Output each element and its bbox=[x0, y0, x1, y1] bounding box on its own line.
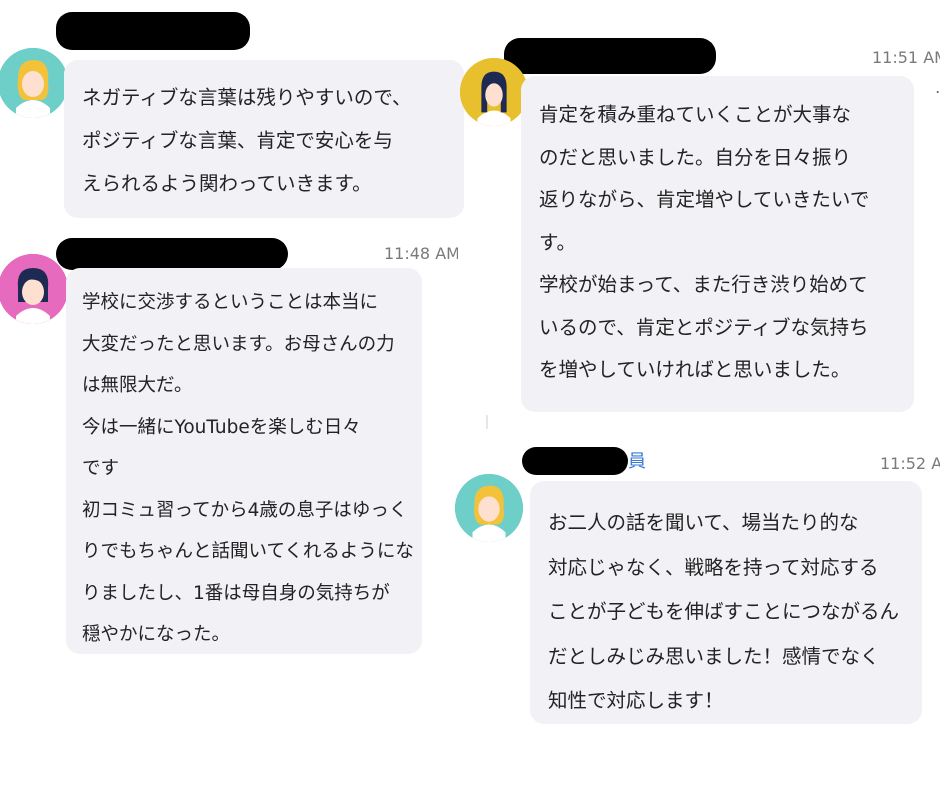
message-text-line: いるので、肯定とポジティブな気持ち bbox=[539, 315, 869, 339]
message-text-line: のだと思いました。自分を日々振り bbox=[539, 145, 852, 169]
message-timestamp: 11:51 AM bbox=[872, 48, 940, 67]
dark-haired-user-avatar-icon bbox=[0, 254, 68, 324]
message-text-line: ネガティブな言葉は残りやすいので、 bbox=[82, 86, 412, 109]
user-avatar[interactable] bbox=[0, 254, 68, 324]
dark-haired-user-avatar-icon bbox=[460, 58, 528, 126]
message-timestamp: 11:48 AM bbox=[384, 244, 458, 263]
message-text-line: 肯定を積み重ねていくことが大事な bbox=[539, 103, 852, 126]
user-avatar[interactable] bbox=[460, 58, 528, 126]
message-text-line: ポジティブな言葉、肯定で安心を与 bbox=[82, 129, 393, 152]
message-bubble: 学校に交渉するということは本当に 大変だったと思います。お母さんの力 は無限大だ… bbox=[66, 268, 422, 654]
redacted-sender-name bbox=[56, 12, 250, 50]
message-text-line: 知性で対応します！ bbox=[548, 689, 724, 712]
user-avatar[interactable] bbox=[0, 48, 68, 118]
message-text-line: す。 bbox=[539, 230, 577, 254]
message-text-line: だとしみじみ思いました！感情でなく bbox=[548, 644, 880, 668]
user-avatar[interactable] bbox=[455, 474, 523, 542]
message-bubble: お二人の話を聞いて、場当たり的な 対応じゃなく、戦略を持って対応する ことが子ど… bbox=[530, 481, 922, 724]
message-text-line: は無限大だ。 bbox=[82, 375, 193, 396]
message-text-line: お二人の話を聞いて、場当たり的な bbox=[548, 511, 859, 534]
message-text-line: 返りながら、肯定増やしていきたいで bbox=[539, 188, 870, 211]
message-text-line: 大変だったと思います。お母さんの力 bbox=[82, 333, 395, 355]
message-text-line: りでもちゃんと話聞いてくれるようにな bbox=[82, 541, 414, 562]
blonde-user-avatar-icon bbox=[455, 474, 523, 542]
message-text-line: りましたし、1番は母自身の気持ちが bbox=[82, 582, 390, 604]
message-text-line: 学校に交渉するということは本当に bbox=[82, 292, 379, 313]
message-text-line: えられるよう関わっていきます。 bbox=[82, 172, 372, 195]
message-text-line: 初コミュ習ってから4歳の息子はゆっく bbox=[82, 499, 408, 521]
message-text-line: 対応じゃなく、戦略を持って対応する bbox=[548, 555, 879, 579]
blonde-user-avatar-icon bbox=[0, 48, 68, 118]
message-bubble: ネガティブな言葉は残りやすいので、 ポジティブな言葉、肯定で安心を与 えられるよ… bbox=[64, 60, 464, 218]
message-text-line: を増やしていければと思いました。 bbox=[539, 358, 851, 381]
redacted-sender-name bbox=[56, 238, 288, 270]
message-timestamp: 11:52 AM bbox=[880, 454, 940, 473]
message-text-line: 今は一緒にYouTubeを楽しむ日々 bbox=[82, 416, 361, 438]
message-text-line: ことが子どもを伸ばすことにつながるん bbox=[548, 600, 900, 623]
message-text-line: 穏やかになった。 bbox=[82, 624, 231, 645]
redacted-sender-name bbox=[522, 447, 628, 475]
message-bubble: 肯定を積み重ねていくことが大事な のだと思いました。自分を日々振り 返りながら、… bbox=[521, 76, 914, 412]
sender-name-link[interactable]: 員 bbox=[628, 447, 646, 473]
divider bbox=[486, 415, 488, 429]
message-text-line: 学校が始まって、また行き渋り始めて bbox=[539, 273, 868, 296]
message-text-line: です bbox=[82, 458, 120, 479]
overflow-menu-icon[interactable]: … bbox=[935, 78, 940, 97]
redacted-sender-name bbox=[504, 38, 716, 74]
